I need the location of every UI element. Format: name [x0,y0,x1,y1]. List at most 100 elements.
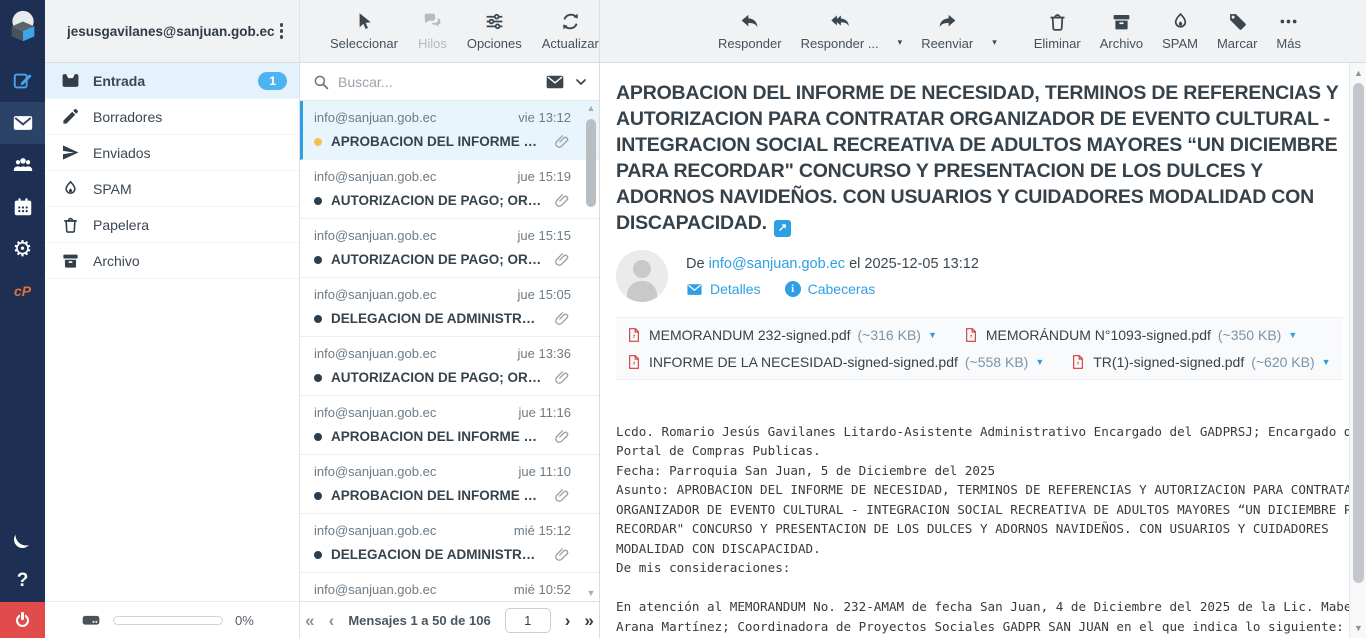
mark-button[interactable]: Marcar [1217,11,1257,51]
next-page-button[interactable]: › [565,612,571,629]
headers-toggle[interactable]: i Cabeceras [785,281,876,297]
rail-item-cpanel[interactable]: cP [0,270,45,312]
search-scope-chevron-down-icon[interactable] [573,74,589,90]
message-row[interactable]: info@sanjuan.gob.ec jue 11:16 APROBACION… [300,396,599,455]
unread-count-badge: 1 [258,72,287,90]
archive-button[interactable]: Archivo [1100,11,1143,51]
rail-item-calendar[interactable] [0,186,45,228]
open-in-new-window-icon[interactable]: ↗ [774,220,791,237]
folder-item-inbox[interactable]: Entrada 1 [45,63,299,99]
last-page-button[interactable]: » [584,612,593,629]
delete-button[interactable]: Eliminar [1034,11,1081,51]
unread-dot-icon [314,374,322,382]
folder-item-archive[interactable]: Archivo [45,243,299,279]
refresh-icon [560,11,581,32]
attachment-name: MEMORÁNDUM N°1093-signed.pdf [986,327,1211,343]
forward-icon [937,11,958,32]
from-line: De info@sanjuan.gob.ec el 2025-12-05 13:… [686,256,979,272]
prev-page-button[interactable]: ‹ [329,612,335,629]
search-scope-envelope-icon[interactable] [545,72,565,92]
mail-icon [12,112,34,134]
folder-item-drafts[interactable]: Borradores [45,99,299,135]
attachment-item[interactable]: INFORME DE LA NECESIDAD-signed-signed.pd… [626,353,1044,371]
scroll-down-arrow-icon[interactable]: ▼ [1350,623,1366,633]
compose-button[interactable] [0,60,45,102]
attachment-item[interactable]: TR(1)-signed-signed.pdf (~620 KB) ▼ [1070,353,1330,371]
reading-pane: Responder Responder ... ▾ Reenviar ▾ Eli… [600,0,1366,638]
attachment-menu-caret-icon[interactable]: ▼ [1322,357,1331,367]
reply-all-button[interactable]: Responder ... [801,11,879,51]
message-row[interactable]: info@sanjuan.gob.ec jue 15:19 AUTORIZACI… [300,160,599,219]
list-scrollbar[interactable]: ▲ ▼ [585,103,597,598]
first-page-button[interactable]: « [305,612,314,629]
folder-label: Entrada [93,73,145,89]
message-row[interactable]: info@sanjuan.gob.ec jue 13:36 AUTORIZACI… [300,337,599,396]
search-icon [312,73,330,91]
folder-label: SPAM [93,181,132,197]
threads-button[interactable]: Hilos [418,11,447,51]
rail-item-settings[interactable]: ⚙ [0,228,45,270]
folder-item-trash[interactable]: Papelera [45,207,299,243]
forward-menu-caret-icon[interactable]: ▾ [992,37,997,48]
quota-progress-bar [113,616,223,625]
message-row[interactable]: info@sanjuan.gob.ec vie 13:12 APROBACION… [300,101,599,160]
rail-item-contacts[interactable] [0,144,45,186]
unread-dot-icon [314,315,322,323]
message-row[interactable]: info@sanjuan.gob.ec jue 15:05 DELEGACION… [300,278,599,337]
info-icon: i [785,281,801,297]
message-row[interactable]: info@sanjuan.gob.ec jue 11:10 APROBACION… [300,455,599,514]
message-row[interactable]: info@sanjuan.gob.ec mié 15:12 DELEGACION… [300,514,599,573]
attachment-menu-caret-icon[interactable]: ▼ [928,330,937,340]
list-pagination: « ‹ Mensajes 1 a 50 de 106 1 › » [300,601,599,638]
folder-item-spam[interactable]: SPAM [45,171,299,207]
attachment-item[interactable]: MEMORANDUM 232-signed.pdf (~316 KB) ▼ [626,326,937,344]
contacts-icon [12,154,34,176]
sender-email-link[interactable]: info@sanjuan.gob.ec [709,256,845,272]
storage-drive-icon [81,610,101,630]
message-date: jue 15:19 [518,169,572,184]
attachment-paperclip-icon [554,192,571,209]
folder-label: Enviados [93,145,151,161]
details-toggle[interactable]: Detalles [686,281,761,298]
message-date: jue 11:10 [518,464,571,479]
scrollbar-thumb[interactable] [1353,83,1364,583]
message-sender: info@sanjuan.gob.ec [314,523,436,538]
refresh-button[interactable]: Actualizar [542,11,599,51]
message-row[interactable]: info@sanjuan.gob.ec jue 15:15 AUTORIZACI… [300,219,599,278]
unread-dot-icon [314,256,322,264]
attachment-item[interactable]: MEMORÁNDUM N°1093-signed.pdf (~350 KB) ▼ [963,326,1297,344]
more-button[interactable]: Más [1276,11,1301,51]
account-menu-button[interactable] [274,19,290,43]
reply-all-menu-caret-icon[interactable]: ▾ [898,37,903,48]
pdf-file-icon [626,353,642,371]
mail-scrollbar[interactable]: ▲ ▼ [1349,63,1366,638]
quota-percent: 0% [235,613,254,628]
message-body: Lcdo. Romario Jesús Gavilanes Litardo-As… [616,422,1343,637]
scroll-down-arrow-icon[interactable]: ▼ [585,588,597,598]
spam-button[interactable]: SPAM [1162,11,1198,51]
page-number-input[interactable]: 1 [505,608,551,633]
sliders-icon [484,11,505,32]
inbox-icon [61,71,80,90]
attachment-menu-caret-icon[interactable]: ▼ [1288,330,1297,340]
folder-item-sent[interactable]: Enviados [45,135,299,171]
scroll-up-arrow-icon[interactable]: ▲ [1350,68,1366,78]
message-sender: info@sanjuan.gob.ec [314,405,436,420]
logout-button[interactable] [0,602,45,638]
message-row[interactable]: info@sanjuan.gob.ec mié 10:52 APROBACIÓN… [300,573,599,601]
help-button[interactable]: ? [0,560,45,602]
search-input[interactable] [338,74,537,90]
threads-chat-icon [422,11,443,32]
options-button[interactable]: Opciones [467,11,522,51]
forward-button[interactable]: Reenviar [921,11,973,51]
folder-label: Borradores [93,109,162,125]
message-date: mié 10:52 [514,582,571,597]
reply-button[interactable]: Responder [718,11,782,51]
attachment-menu-caret-icon[interactable]: ▼ [1035,357,1044,367]
dark-mode-toggle[interactable] [0,518,45,560]
pdf-file-icon [626,326,642,344]
scroll-up-arrow-icon[interactable]: ▲ [585,103,597,113]
scrollbar-thumb[interactable] [586,119,596,207]
select-button[interactable]: Seleccionar [330,11,398,51]
rail-item-mail[interactable] [0,102,45,144]
